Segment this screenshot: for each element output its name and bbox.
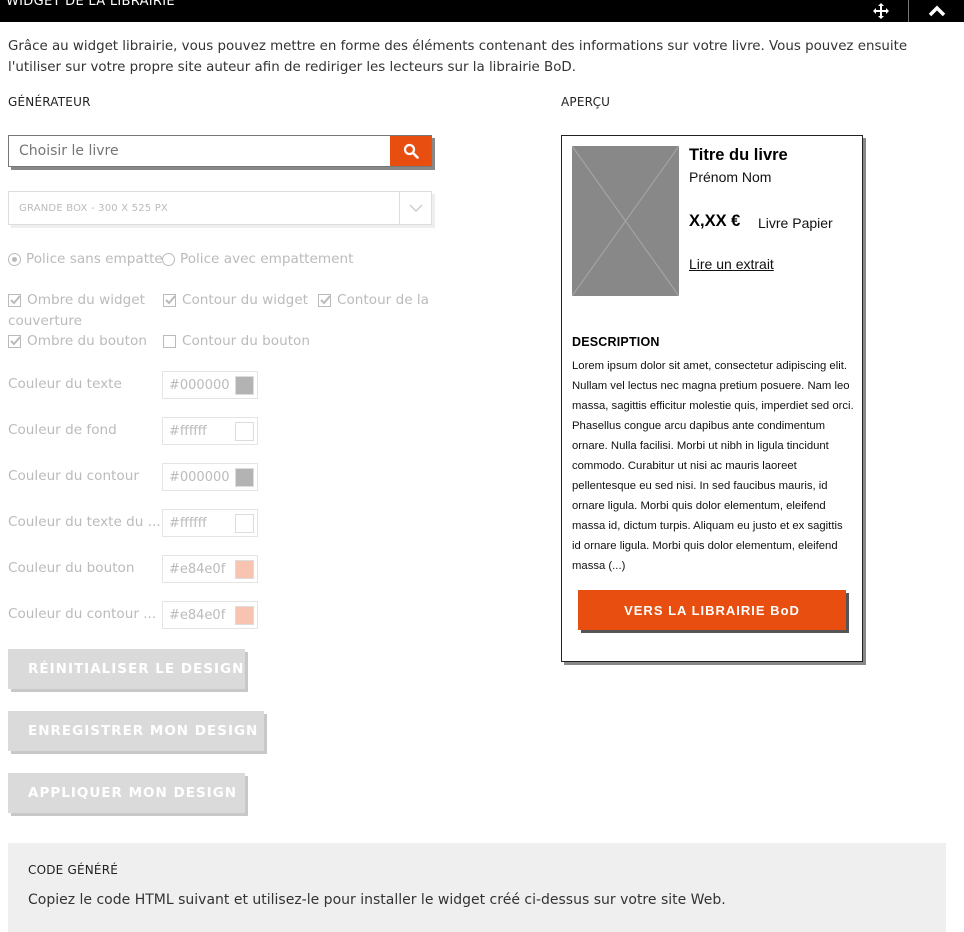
font-option-sans[interactable]: Police sans empatte <box>8 251 163 267</box>
checkbox-checked-icon[interactable] <box>163 293 176 307</box>
button-color-field[interactable]: #e84e0f <box>162 555 258 583</box>
checkbox-widget-shadow-label: Ombre du widget <box>27 292 145 308</box>
search-icon <box>403 143 419 159</box>
checkbox-checked-icon[interactable] <box>8 293 21 307</box>
border-color-field[interactable]: #000000 <box>162 463 258 491</box>
preview-book-title: Titre du livre <box>689 146 788 164</box>
checkbox-button-shadow[interactable]: Ombre du bouton <box>8 333 147 349</box>
header-divider <box>908 0 909 22</box>
chevron-down-icon[interactable] <box>399 192 431 224</box>
text-color-swatch[interactable] <box>235 376 254 395</box>
button-color-swatch[interactable] <box>235 560 254 579</box>
checkbox-cover-border-label-line2: couverture <box>8 313 83 329</box>
radio-unselected-icon[interactable] <box>162 252 175 266</box>
checkbox-button-shadow-label: Ombre du bouton <box>27 333 147 349</box>
button-border-color-field[interactable]: #e84e0f <box>162 601 258 629</box>
background-color-value: #ffffff <box>169 424 207 439</box>
generated-code-description: Copiez le code HTML suivant et utilisez-… <box>28 892 726 908</box>
checkbox-widget-border[interactable]: Contour du widget <box>163 292 308 308</box>
checkbox-widget-shadow[interactable]: Ombre du widget <box>8 292 145 308</box>
apply-design-button[interactable]: APPLIQUER MON DESIGN <box>8 773 245 813</box>
font-option-serif[interactable]: Police avec empattement <box>162 251 353 267</box>
font-option-sans-label: Police sans empatte <box>26 251 163 267</box>
checkbox-cover-border-label: Contour de la <box>337 292 430 308</box>
button-color-label: Couleur du bouton <box>8 560 135 576</box>
button-border-color-value: #e84e0f <box>169 608 226 623</box>
checkbox-button-border[interactable]: Contour du bouton <box>163 333 310 349</box>
border-color-swatch[interactable] <box>235 468 254 487</box>
preview-format: Livre Papier <box>758 215 833 231</box>
widget-size-select[interactable]: GRANDE BOX - 300 X 525 PX <box>8 191 432 225</box>
preview-heading: APERÇU <box>561 95 611 109</box>
intro-text: Grâce au widget librairie, vous pouvez m… <box>8 39 908 75</box>
border-color-label: Couleur du contour <box>8 468 139 484</box>
button-border-color-label: Couleur du contour ... <box>8 606 157 622</box>
chevron-up-icon[interactable] <box>920 0 954 22</box>
background-color-label: Couleur de fond <box>8 422 117 438</box>
checkbox-unchecked-icon[interactable] <box>163 334 176 348</box>
background-color-swatch[interactable] <box>235 422 254 441</box>
checkbox-cover-border-continued: couverture <box>8 313 82 329</box>
preview-price: X,XX € <box>689 212 741 230</box>
book-search-input[interactable] <box>9 136 389 166</box>
checkbox-widget-border-label: Contour du widget <box>182 292 309 308</box>
radio-selected-icon[interactable] <box>8 252 21 266</box>
button-border-color-swatch[interactable] <box>235 606 254 625</box>
search-button[interactable] <box>390 136 431 166</box>
book-cover-placeholder <box>571 145 680 297</box>
preview-description: Lorem ipsum dolor sit amet, consectetur … <box>572 360 854 572</box>
generated-code-heading: CODE GÉNÉRÉ <box>28 863 119 877</box>
button-color-value: #e84e0f <box>169 562 226 577</box>
border-color-value: #000000 <box>169 470 230 485</box>
text-color-value: #000000 <box>169 378 230 393</box>
button-text-color-swatch[interactable] <box>235 514 254 533</box>
widget-header-bar: WIDGET DE LA LIBRAIRIE <box>0 0 964 22</box>
preview-description-heading: DESCRIPTION <box>572 335 660 349</box>
button-text-color-value: #ffffff <box>169 516 207 531</box>
book-search-field[interactable] <box>8 135 432 167</box>
generator-heading: GÉNÉRATEUR <box>8 95 91 109</box>
bookstore-link-button[interactable]: VERS LA LIBRAIRIE BoD <box>578 590 846 630</box>
checkbox-checked-icon[interactable] <box>8 334 21 348</box>
save-design-button[interactable]: ENREGISTRER MON DESIGN <box>8 711 264 751</box>
widget-preview: Titre du livre Prénom Nom X,XX € Livre P… <box>561 135 863 662</box>
font-option-serif-label: Police avec empattement <box>180 251 354 267</box>
button-text-color-field[interactable]: #ffffff <box>162 509 258 537</box>
generated-code-panel: CODE GÉNÉRÉ Copiez le code HTML suivant … <box>8 843 946 932</box>
text-color-field[interactable]: #000000 <box>162 371 258 399</box>
checkbox-checked-icon[interactable] <box>318 293 331 307</box>
button-text-color-label: Couleur du texte du ... <box>8 514 161 530</box>
preview-extract-link[interactable]: Lire un extrait <box>689 256 774 272</box>
text-color-label: Couleur du texte <box>8 376 122 392</box>
checkbox-button-border-label: Contour du bouton <box>182 333 310 349</box>
widget-title: WIDGET DE LA LIBRAIRIE <box>6 0 175 9</box>
preview-author-name: Prénom Nom <box>689 169 772 185</box>
checkbox-cover-border[interactable]: Contour de la <box>318 292 429 308</box>
widget-size-value: GRANDE BOX - 300 X 525 PX <box>19 203 168 214</box>
reset-design-button[interactable]: RÉINITIALISER LE DESIGN <box>8 649 245 689</box>
background-color-field[interactable]: #ffffff <box>162 417 258 445</box>
move-arrows-icon[interactable] <box>866 0 896 22</box>
